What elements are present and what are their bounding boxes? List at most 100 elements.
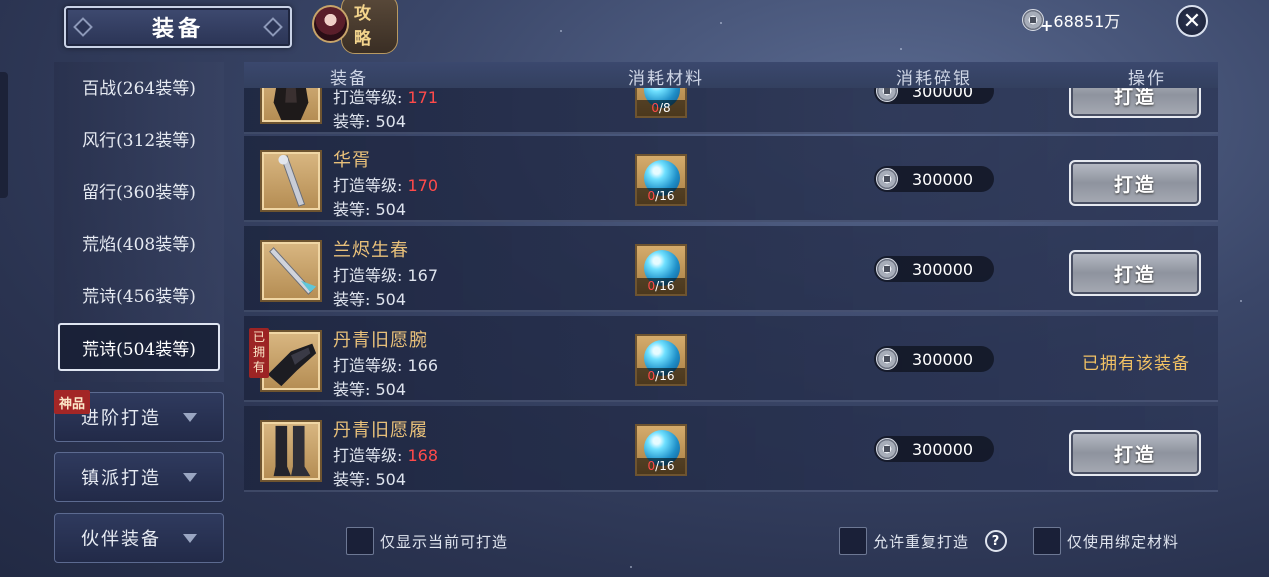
material-have: 0 bbox=[647, 459, 656, 473]
material-slot[interactable]: 0/8 bbox=[635, 88, 687, 118]
forge-level: 打造等级: 170 bbox=[333, 172, 438, 196]
forge-button[interactable]: 打造 bbox=[1069, 160, 1201, 206]
silver-cost: 300000 bbox=[874, 88, 994, 104]
material-count: 0/16 bbox=[637, 368, 685, 384]
silver-coin-icon bbox=[876, 348, 898, 370]
table-row[interactable]: 华胥 打造等级: 170 装等: 504 0/16 300000 打造 bbox=[244, 136, 1218, 222]
currency-display[interactable]: + 68851万 bbox=[1022, 8, 1162, 35]
gear-score-value: 504 bbox=[375, 470, 407, 489]
material-have: 0 bbox=[647, 369, 656, 383]
category-item-active[interactable]: 荒诗(504装等) bbox=[58, 323, 220, 371]
header-action: 操作 bbox=[1128, 69, 1166, 89]
material-slot[interactable]: 0/16 bbox=[635, 334, 687, 386]
material-slot[interactable]: 0/16 bbox=[635, 424, 687, 476]
owned-tag: 已拥有 bbox=[249, 328, 269, 378]
forge-level-label: 打造等级: bbox=[333, 446, 403, 465]
gear-score-value: 504 bbox=[375, 380, 407, 399]
chevron-down-icon bbox=[183, 412, 197, 422]
forge-level: 打造等级: 166 bbox=[333, 352, 438, 376]
gear-score-label: 装等: bbox=[333, 470, 371, 489]
item-name: 华胥 bbox=[333, 150, 371, 171]
allow-repeat-checkbox[interactable] bbox=[839, 527, 867, 555]
guide-button[interactable]: 攻略 bbox=[312, 0, 398, 54]
left-edge-tab[interactable] bbox=[0, 72, 8, 198]
forge-level-value: 171 bbox=[407, 88, 439, 107]
material-need: /16 bbox=[655, 459, 675, 473]
silver-coin-icon bbox=[876, 168, 898, 190]
category-item[interactable]: 百战(264装等) bbox=[54, 62, 224, 110]
material-need: /8 bbox=[658, 101, 671, 115]
close-button[interactable]: ✕ bbox=[1176, 5, 1208, 37]
forge-level-label: 打造等级: bbox=[333, 88, 403, 107]
forge-level-value: 166 bbox=[407, 356, 439, 375]
material-need: /16 bbox=[655, 369, 675, 383]
spear-item-icon[interactable] bbox=[260, 240, 322, 302]
category-item[interactable]: 留行(360装等) bbox=[54, 166, 224, 214]
category-item[interactable]: 荒诗(456装等) bbox=[54, 270, 224, 318]
gear-score: 装等: 504 bbox=[333, 376, 406, 400]
silver-coin-icon bbox=[876, 438, 898, 460]
material-have: 0 bbox=[647, 189, 656, 203]
page-title: 装备 bbox=[151, 16, 204, 42]
gear-score: 装等: 504 bbox=[333, 466, 406, 490]
gauntlet-item-icon[interactable] bbox=[260, 330, 322, 392]
only-craftable-checkbox[interactable] bbox=[346, 527, 374, 555]
table-row[interactable]: 打造等级: 171 装等: 504 0/8 300000 打造 bbox=[244, 88, 1218, 134]
silver-cost: 300000 bbox=[874, 166, 994, 192]
table-row[interactable]: 兰烬生春 打造等级: 167 装等: 504 0/16 300000 打造 bbox=[244, 226, 1218, 312]
silver-cost-value: 300000 bbox=[912, 169, 974, 189]
forge-button[interactable]: 打造 bbox=[1069, 250, 1201, 296]
material-slot[interactable]: 0/16 bbox=[635, 154, 687, 206]
table-row[interactable]: 已拥有 丹青旧愿腕 打造等级: 166 装等: 504 0/16 300000 … bbox=[244, 316, 1218, 402]
gear-score-value: 504 bbox=[375, 112, 407, 131]
forge-level-label: 打造等级: bbox=[333, 176, 403, 195]
gear-score: 装等: 504 bbox=[333, 196, 406, 220]
material-have: 0 bbox=[647, 279, 656, 293]
silver-cost: 300000 bbox=[874, 256, 994, 282]
silver-cost: 300000 bbox=[874, 436, 994, 462]
sect-forge-dropdown[interactable]: 镇派打造 bbox=[54, 452, 224, 502]
forge-level-label: 打造等级: bbox=[333, 356, 403, 375]
allow-repeat-option[interactable]: 允许重复打造 ? bbox=[839, 527, 1008, 555]
bound-only-label: 仅使用绑定材料 bbox=[1067, 532, 1180, 551]
armor-item-icon[interactable] bbox=[260, 88, 322, 124]
forge-level: 打造等级: 168 bbox=[333, 442, 438, 466]
bound-only-option[interactable]: 仅使用绑定材料 bbox=[1033, 527, 1179, 555]
decor-gem-icon bbox=[263, 17, 283, 37]
category-item[interactable]: 荒焰(408装等) bbox=[54, 218, 224, 266]
silver-cost-value: 300000 bbox=[912, 439, 974, 459]
category-sidebar: 百战(264装等) 风行(312装等) 留行(360装等) 荒焰(408装等) … bbox=[54, 62, 224, 382]
owned-status-text: 已拥有该装备 bbox=[1082, 354, 1190, 374]
help-icon[interactable]: ? bbox=[985, 530, 1008, 552]
gear-score-label: 装等: bbox=[333, 290, 371, 309]
gear-score-label: 装等: bbox=[333, 200, 371, 219]
partner-equipment-dropdown[interactable]: 伙伴装备 bbox=[54, 513, 224, 563]
forge-level: 打造等级: 167 bbox=[333, 262, 438, 286]
material-need: /16 bbox=[655, 279, 675, 293]
bound-only-checkbox[interactable] bbox=[1033, 527, 1061, 555]
staff-item-icon[interactable] bbox=[260, 150, 322, 212]
material-slot[interactable]: 0/16 bbox=[635, 244, 687, 296]
dropdown-label: 进阶打造 bbox=[81, 408, 161, 429]
forge-button[interactable]: 打造 bbox=[1069, 430, 1201, 476]
chevron-down-icon bbox=[183, 472, 197, 482]
forge-level-value: 167 bbox=[407, 266, 439, 285]
forge-button[interactable]: 打造 bbox=[1069, 88, 1201, 118]
gear-score-label: 装等: bbox=[333, 112, 371, 131]
only-craftable-option[interactable]: 仅显示当前可打造 bbox=[346, 527, 508, 555]
decor-gem-icon bbox=[73, 17, 93, 37]
forge-level: 打造等级: 171 bbox=[333, 88, 438, 108]
gear-score: 装等: 504 bbox=[333, 286, 406, 310]
allow-repeat-label: 允许重复打造 bbox=[873, 532, 970, 551]
table-row[interactable]: 丹青旧愿履 打造等级: 168 装等: 504 0/16 300000 打造 bbox=[244, 406, 1218, 492]
forge-level-value: 170 bbox=[407, 176, 439, 195]
category-item[interactable]: 风行(312装等) bbox=[54, 114, 224, 162]
currency-amount: 68851万 bbox=[1053, 12, 1121, 31]
gear-score: 装等: 504 bbox=[333, 108, 406, 132]
equipment-list[interactable]: 打造等级: 171 装等: 504 0/8 300000 打造 华胥 打造等级:… bbox=[244, 88, 1218, 494]
guide-label: 攻略 bbox=[341, 0, 398, 54]
material-count: 0/16 bbox=[637, 188, 685, 204]
gear-score-label: 装等: bbox=[333, 380, 371, 399]
boots-item-icon[interactable] bbox=[260, 420, 322, 482]
silver-cost-value: 300000 bbox=[912, 349, 974, 369]
